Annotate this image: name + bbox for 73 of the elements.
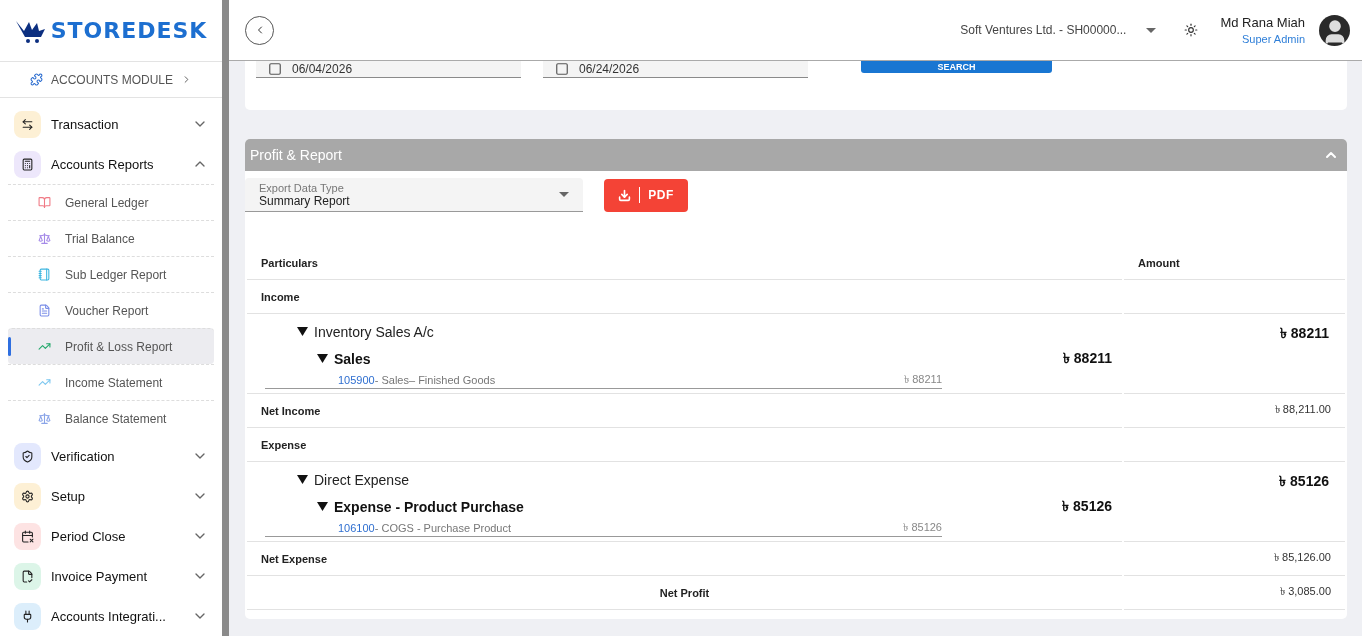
user-role: Super Admin [1242, 33, 1305, 45]
nav-item[interactable]: Period Close [8, 516, 214, 556]
account-name: - Sales– Finished Goods [374, 374, 497, 386]
total-label: Net Expense [247, 542, 1122, 576]
subitem-icon [38, 304, 51, 317]
group-amount: ৳ 85126 [1279, 472, 1329, 491]
nav-item[interactable]: Transaction [8, 104, 214, 144]
swap-arrows-icon [21, 117, 34, 131]
document-check-icon [21, 569, 34, 583]
account-subgroup: Sales [334, 350, 372, 367]
account-subgroup: Expense - Product Purchase [334, 498, 525, 515]
column-header: Amount [1124, 246, 1345, 280]
nav-subitem[interactable]: Trial Balance [8, 220, 214, 256]
theme-toggle-icon[interactable] [1184, 23, 1199, 37]
company-select[interactable]: Soft Ventures Ltd. - SH00000... [960, 23, 1157, 37]
scrollbar[interactable] [222, 0, 229, 636]
total-label: Net Income [247, 394, 1122, 428]
gear-icon [21, 489, 34, 503]
group-amount: ৳ 88211 [1279, 324, 1329, 343]
account-group: Inventory Sales A/c [314, 323, 434, 340]
subitem-icon [38, 268, 51, 281]
puzzle-icon [30, 73, 43, 87]
user-name: Md Rana Miah [1220, 15, 1305, 30]
nav-item[interactable]: Accounts Reports [8, 144, 214, 184]
pdf-button[interactable]: PDF [604, 178, 688, 212]
subgroup-amount: ৳ 88211 [1062, 348, 1112, 368]
total-amount: ৳ 88,211.00 [1124, 394, 1345, 428]
section-label: Expense [247, 428, 1122, 462]
nav-subitem[interactable]: General Ledger [8, 184, 214, 220]
column-header: Particulars [247, 246, 1122, 280]
subitem-icon [38, 376, 51, 389]
expand-toggle-icon[interactable] [317, 353, 328, 364]
search-button[interactable]: SEARCH [861, 61, 1052, 73]
back-button[interactable] [245, 15, 274, 45]
section-label: Income [247, 280, 1122, 314]
result-amount: ৳ 3,085.00 [1124, 576, 1345, 610]
subitem-icon [38, 340, 51, 353]
nav-subitem[interactable]: Sub Ledger Report [8, 256, 214, 292]
module-label: ACCOUNTS MODULE [51, 72, 173, 87]
nav-item[interactable]: Accounts Integrati... [8, 596, 214, 636]
nav-item[interactable]: Invoice Payment [8, 556, 214, 596]
nav-item[interactable]: Setup [8, 476, 214, 516]
total-amount: ৳ 85,126.00 [1124, 542, 1345, 576]
dropdown-caret-icon [1146, 27, 1157, 33]
nav-subitem[interactable]: Profit & Loss Report [8, 328, 214, 364]
shield-check-icon [21, 449, 34, 463]
calculator-icon [21, 157, 34, 171]
subitem-icon [38, 196, 51, 209]
account-group: Direct Expense [314, 471, 409, 488]
avatar[interactable] [1319, 14, 1350, 46]
brand-logo: STOREDESK [50, 18, 208, 44]
expand-toggle-icon[interactable] [297, 474, 308, 485]
ledger-amount: ৳ 85126 [903, 519, 942, 535]
export-type-select[interactable]: Export Data Type Summary Report [245, 178, 583, 212]
expand-toggle-icon[interactable] [297, 326, 308, 337]
subitem-icon [38, 412, 51, 425]
subgroup-amount: ৳ 85126 [1062, 496, 1112, 516]
date-field[interactable]: 06/04/2026 [256, 61, 521, 78]
nav-subitem[interactable]: Income Statement [8, 364, 214, 400]
nav-subitem[interactable]: Balance Statement [8, 400, 214, 436]
active-indicator [8, 337, 11, 356]
download-icon [618, 188, 632, 202]
date-field[interactable]: 06/24/2026 [543, 61, 808, 78]
nav-item[interactable]: Verification [8, 436, 214, 476]
account-name: - COGS - Purchase Product [374, 522, 513, 534]
dropdown-caret-icon [559, 192, 569, 197]
account-code-link[interactable]: 105900 [338, 374, 375, 386]
plug-icon [21, 609, 34, 623]
expand-toggle-icon[interactable] [317, 501, 328, 512]
subitem-icon [38, 232, 51, 245]
account-code-link[interactable]: 106100 [338, 522, 375, 534]
result-label: Net Profit [247, 576, 1122, 610]
ledger-amount: ৳ 88211 [904, 371, 942, 387]
